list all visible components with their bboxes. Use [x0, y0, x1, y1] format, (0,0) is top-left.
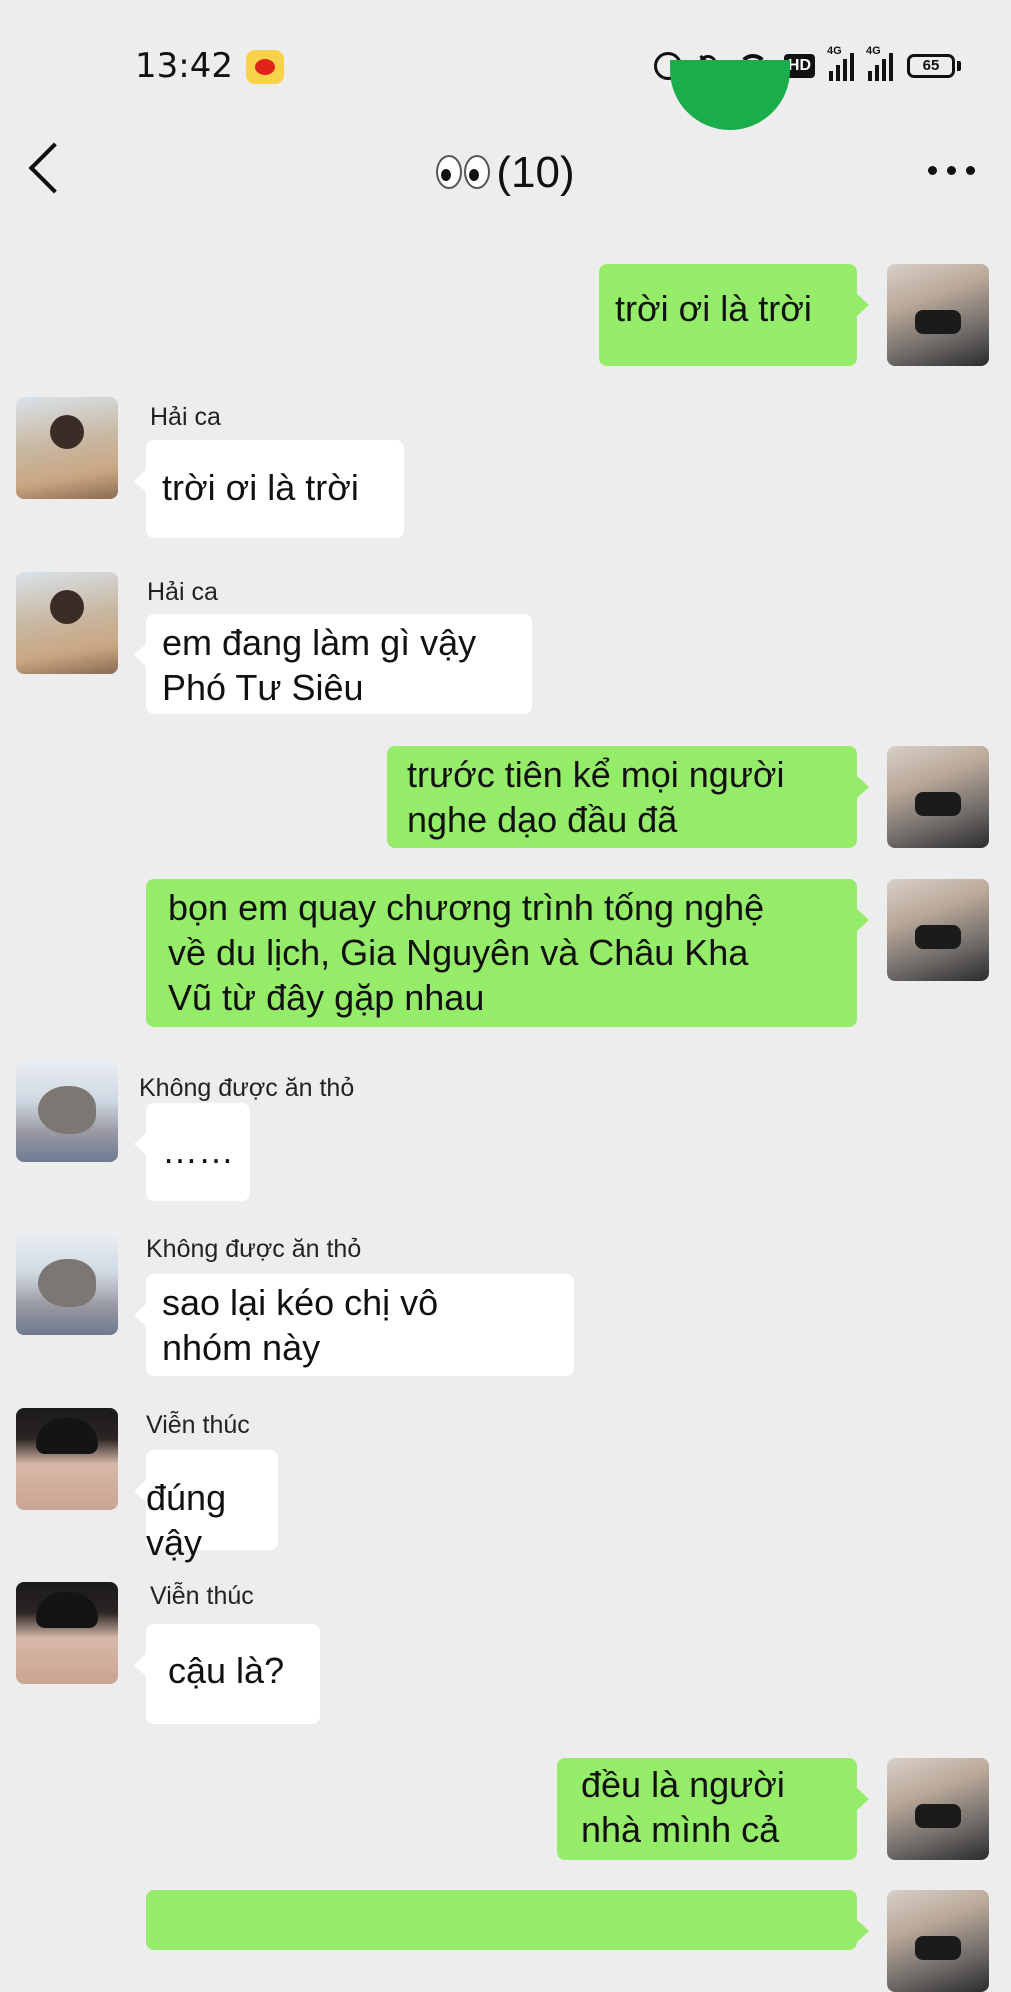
network-type: 4G: [827, 45, 842, 57]
my-avatar[interactable]: [887, 264, 989, 366]
status-time: 13:42: [135, 46, 233, 86]
message-bubble[interactable]: sao lại kéo chị vô nhóm này: [134, 1274, 574, 1376]
signal-icon: 4G: [866, 45, 893, 81]
eyes-emoji-icon: [436, 150, 492, 200]
message-bubble[interactable]: trước tiên kể mọi người nghe dạo đầu đã: [387, 746, 869, 848]
message-bubble[interactable]: ……: [134, 1103, 250, 1201]
sender-avatar[interactable]: [16, 572, 118, 674]
status-bar: 13:42 HD 4G 4G 65: [0, 0, 1011, 110]
sender-avatar[interactable]: [16, 1408, 118, 1510]
message-bubble-partial[interactable]: [146, 1890, 869, 1950]
network-type: 4G: [866, 45, 881, 57]
sender-name: Viễn thúc: [150, 1582, 254, 1610]
my-avatar[interactable]: [887, 879, 989, 981]
sender-name: Không được ăn thỏ: [146, 1235, 362, 1263]
sender-avatar[interactable]: [16, 1582, 118, 1684]
my-avatar[interactable]: [887, 1890, 989, 1992]
message-bubble[interactable]: bọn em quay chương trình tống nghệ về du…: [146, 879, 869, 1027]
sender-name: Hải ca: [150, 403, 221, 431]
message-bubble[interactable]: trời ơi là trời: [134, 440, 404, 538]
message-bubble[interactable]: trời ơi là trời: [599, 264, 869, 366]
chat-header: (10): [0, 110, 1011, 230]
sender-avatar[interactable]: [16, 397, 118, 499]
sender-name: Hải ca: [147, 578, 218, 606]
battery-tip: [957, 61, 961, 71]
chat-title: (10): [0, 148, 1011, 200]
message-bubble[interactable]: đúng vậy: [134, 1450, 278, 1563]
weibo-notification-icon: [246, 50, 284, 84]
sender-name: Không được ăn thỏ: [139, 1074, 355, 1102]
sender-avatar[interactable]: [16, 1060, 118, 1162]
signal-icon: 4G: [827, 45, 854, 81]
battery-icon: 65: [907, 54, 955, 78]
message-bubble[interactable]: đều là người nhà mình cả: [557, 1758, 869, 1860]
message-bubble[interactable]: em đang làm gì vậy Phó Tư Siêu: [134, 614, 532, 714]
my-avatar[interactable]: [887, 1758, 989, 1860]
sender-name: Viễn thúc: [146, 1411, 250, 1439]
chat-title-text: (10): [496, 148, 575, 197]
my-avatar[interactable]: [887, 746, 989, 848]
more-options-icon[interactable]: [928, 166, 975, 175]
message-bubble[interactable]: cậu là?: [134, 1624, 320, 1724]
sender-avatar[interactable]: [16, 1233, 118, 1335]
